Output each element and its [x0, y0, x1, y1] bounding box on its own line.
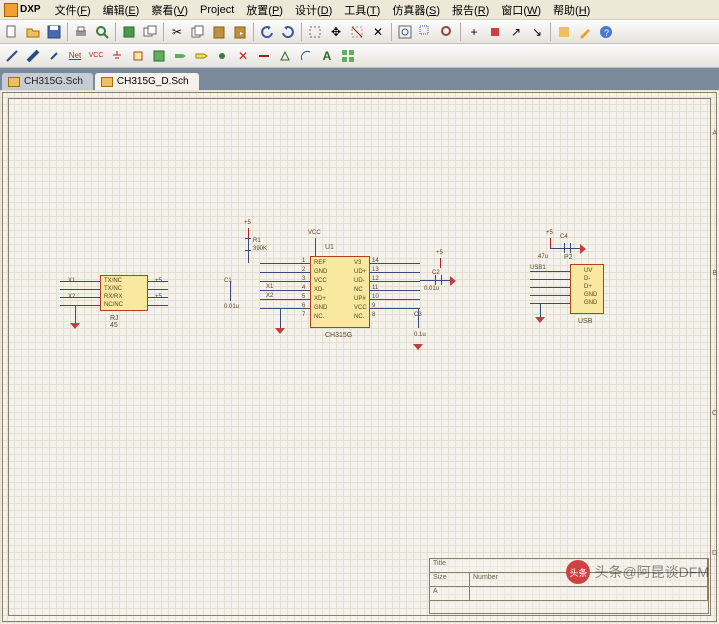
clear-icon[interactable]: ✕ — [368, 22, 388, 42]
select-icon[interactable] — [305, 22, 325, 42]
watermark: 头条 头条@阿昆谈DFM — [566, 560, 709, 584]
book-icon[interactable] — [119, 22, 139, 42]
app-logo-icon — [4, 3, 18, 17]
arc-icon[interactable] — [296, 46, 316, 66]
gnd-icon — [535, 317, 545, 323]
toolbar-wiring: Net VCC ✕ A — [0, 44, 719, 68]
stack-icon[interactable] — [140, 22, 160, 42]
gnd-icon — [450, 276, 456, 286]
svg-text:?: ? — [604, 28, 609, 38]
menu-view[interactable]: 察看(V) — [145, 0, 194, 20]
component-name: CH315G — [325, 332, 352, 339]
zone-label: C — [712, 410, 717, 417]
move-icon[interactable]: ✥ — [326, 22, 346, 42]
zoom-sel-icon[interactable] — [437, 22, 457, 42]
size-label: Size — [430, 573, 470, 586]
svg-text:▸: ▸ — [240, 31, 243, 37]
zone-label: B — [712, 270, 717, 277]
gnd-icon — [275, 328, 285, 334]
menu-place[interactable]: 放置(P) — [240, 0, 289, 20]
no-erc-icon[interactable]: ✕ — [233, 46, 253, 66]
print-icon[interactable] — [71, 22, 91, 42]
menu-simulate[interactable]: 仿真器(S) — [386, 0, 446, 20]
add-part-icon[interactable] — [485, 22, 505, 42]
undo-icon[interactable] — [257, 22, 277, 42]
toolbar-main: ✂ ▸ ✥ ✕ + ↗ ↘ ? — [0, 20, 719, 44]
tab-ch315g-d[interactable]: CH315G_D.Sch — [95, 73, 199, 90]
menu-edit[interactable]: 编辑(E) — [97, 0, 146, 20]
help-icon[interactable]: ? — [596, 22, 616, 42]
gnd-icon[interactable] — [107, 46, 127, 66]
component-name: USB — [578, 318, 592, 325]
bus-icon[interactable] — [23, 46, 43, 66]
deselect-icon[interactable] — [347, 22, 367, 42]
tab-label: CH315G_D.Sch — [117, 76, 189, 87]
junction-icon[interactable] — [212, 46, 232, 66]
bus-entry-icon[interactable] — [44, 46, 64, 66]
menu-bar: DXP 文件(F) 编辑(E) 察看(V) Project 放置(P) 设计(D… — [0, 0, 719, 20]
browse-icon[interactable] — [554, 22, 574, 42]
hierarchy-up-icon[interactable]: ↗ — [506, 22, 526, 42]
tab-ch315g[interactable]: CH315G.Sch — [2, 73, 93, 90]
text-icon[interactable]: A — [317, 46, 337, 66]
port-icon[interactable] — [191, 46, 211, 66]
save-icon[interactable] — [44, 22, 64, 42]
schematic-doc-icon — [101, 77, 113, 87]
component-name: RJ 45 — [110, 315, 119, 329]
app-name: DXP — [20, 4, 41, 15]
polygon-icon[interactable] — [275, 46, 295, 66]
zoom-area-icon[interactable] — [416, 22, 436, 42]
schematic-canvas[interactable]: A B C D TX/NC TX/NC RX/RX NC/NC X1 X2 +5… — [0, 90, 719, 624]
menu-help[interactable]: 帮助(H) — [547, 0, 596, 20]
sheet-entry-icon[interactable] — [170, 46, 190, 66]
rev-label: A — [430, 587, 470, 600]
designator: U1 — [325, 244, 334, 251]
zoom-fit-icon[interactable] — [395, 22, 415, 42]
paste-icon[interactable] — [209, 22, 229, 42]
hierarchy-down-icon[interactable]: ↘ — [527, 22, 547, 42]
net-label-icon[interactable]: Net — [65, 46, 85, 66]
new-icon[interactable] — [2, 22, 22, 42]
gnd-icon — [413, 344, 423, 350]
schematic-doc-icon — [8, 77, 20, 87]
power-port-icon[interactable]: VCC — [86, 46, 106, 66]
annotate-icon[interactable] — [575, 22, 595, 42]
menu-file[interactable]: 文件(F) — [49, 0, 97, 20]
array-icon[interactable] — [338, 46, 358, 66]
menu-design[interactable]: 设计(D) — [289, 0, 338, 20]
redo-icon[interactable] — [278, 22, 298, 42]
zone-label: A — [712, 130, 717, 137]
paste-special-icon[interactable]: ▸ — [230, 22, 250, 42]
wire-icon[interactable] — [2, 46, 22, 66]
gnd-icon — [580, 244, 586, 254]
part-icon[interactable] — [128, 46, 148, 66]
menu-project[interactable]: Project — [194, 2, 240, 18]
cut-icon[interactable]: ✂ — [167, 22, 187, 42]
menu-report[interactable]: 报告(R) — [446, 0, 495, 20]
sheet-symbol-icon[interactable] — [149, 46, 169, 66]
open-icon[interactable] — [23, 22, 43, 42]
line-icon[interactable] — [254, 46, 274, 66]
menu-window[interactable]: 窗口(W) — [495, 0, 547, 20]
preview-icon[interactable] — [92, 22, 112, 42]
gnd-icon — [70, 323, 80, 329]
cross-probe-icon[interactable]: + — [464, 22, 484, 42]
watermark-logo-icon: 头条 — [566, 560, 590, 584]
sheet-border-inner — [8, 98, 711, 616]
tab-label: CH315G.Sch — [24, 76, 83, 87]
document-tabs: CH315G.Sch CH315G_D.Sch — [0, 68, 719, 90]
watermark-text: 头条@阿昆谈DFM — [594, 562, 709, 582]
zone-label: D — [712, 550, 717, 557]
menu-tools[interactable]: 工具(T) — [338, 0, 386, 20]
copy-icon[interactable] — [188, 22, 208, 42]
